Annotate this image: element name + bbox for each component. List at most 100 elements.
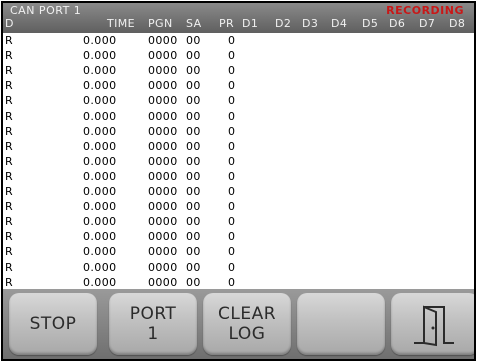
- row-pr: 0: [228, 139, 236, 153]
- log-row: R 0.000 0000 00 0: [3, 184, 474, 199]
- log-row: R 0.000 0000 00 0: [3, 260, 474, 275]
- row-pr: 0: [228, 169, 236, 183]
- clear-log-button[interactable]: CLEAR LOG: [203, 293, 291, 355]
- row-time: 0.000: [83, 34, 117, 47]
- row-time: 0.000: [83, 275, 117, 289]
- row-direction: R: [5, 109, 14, 123]
- row-pr: 0: [228, 200, 236, 214]
- column-header-d5: D5: [362, 17, 379, 30]
- row-sa: 00: [186, 109, 201, 123]
- row-pgn: 0000: [148, 139, 178, 153]
- row-sa: 00: [186, 154, 201, 168]
- log-row: R 0.000 0000 00 0: [3, 78, 474, 93]
- column-header-sa: SA: [186, 17, 202, 30]
- row-time: 0.000: [83, 94, 117, 108]
- row-direction: R: [5, 185, 14, 198]
- row-pgn: 0000: [148, 154, 178, 168]
- row-time: 0.000: [83, 185, 117, 198]
- row-time: 0.000: [83, 169, 117, 183]
- row-sa: 00: [186, 79, 201, 93]
- column-header-d3: D3: [302, 17, 319, 30]
- recording-status: RECORDING: [386, 4, 464, 17]
- row-sa: 00: [186, 49, 201, 63]
- row-time: 0.000: [83, 64, 117, 78]
- row-pr: 0: [228, 64, 236, 78]
- column-header-d4: D4: [331, 17, 348, 30]
- row-pr: 0: [228, 215, 236, 229]
- row-pr: 0: [228, 109, 236, 123]
- row-pr: 0: [228, 124, 236, 138]
- row-pgn: 0000: [148, 34, 178, 47]
- log-row: R 0.000 0000 00 0: [3, 63, 474, 78]
- row-direction: R: [5, 64, 14, 78]
- exit-door-icon: [414, 305, 454, 347]
- blank-button[interactable]: [297, 293, 385, 355]
- log-row: R 0.000 0000 00 0: [3, 48, 474, 63]
- clear-log-line2: LOG: [228, 324, 266, 344]
- row-pgn: 0000: [148, 109, 178, 123]
- row-direction: R: [5, 79, 14, 93]
- exit-button[interactable]: [391, 293, 474, 355]
- row-pr: 0: [228, 49, 236, 63]
- column-header-d8: D8: [449, 17, 466, 30]
- screen: CAN PORT 1 RECORDING D TIME PGN SA PR D1…: [0, 0, 478, 363]
- port-button-line2: 1: [147, 324, 159, 344]
- column-header-d2: D2: [275, 17, 292, 30]
- column-header-d7: D7: [419, 17, 436, 30]
- stop-button-label: STOP: [29, 314, 77, 334]
- header-bar: CAN PORT 1 RECORDING D TIME PGN SA PR D1…: [3, 3, 474, 33]
- row-direction: R: [5, 139, 14, 153]
- port-button-line1: PORT: [129, 304, 177, 324]
- column-header-pgn: PGN: [148, 17, 173, 30]
- row-time: 0.000: [83, 245, 117, 259]
- row-direction: R: [5, 169, 14, 183]
- row-time: 0.000: [83, 154, 117, 168]
- row-direction: R: [5, 34, 14, 47]
- row-direction: R: [5, 94, 14, 108]
- row-pgn: 0000: [148, 169, 178, 183]
- row-sa: 00: [186, 64, 201, 78]
- row-direction: R: [5, 200, 14, 214]
- row-direction: R: [5, 215, 14, 229]
- row-time: 0.000: [83, 124, 117, 138]
- log-row: R 0.000 0000 00 0: [3, 199, 474, 214]
- log-row: R 0.000 0000 00 0: [3, 93, 474, 108]
- log-row: R 0.000 0000 00 0: [3, 109, 474, 124]
- column-header-time: TIME: [107, 17, 136, 30]
- row-sa: 00: [186, 275, 201, 289]
- row-sa: 00: [186, 215, 201, 229]
- row-pgn: 0000: [148, 275, 178, 289]
- row-sa: 00: [186, 185, 201, 198]
- row-pgn: 0000: [148, 215, 178, 229]
- row-pr: 0: [228, 260, 236, 274]
- row-direction: R: [5, 275, 14, 289]
- column-header-pr: PR: [219, 17, 235, 30]
- port-title: CAN PORT 1: [10, 4, 82, 17]
- log-row: R 0.000 0000 00 0: [3, 229, 474, 244]
- row-sa: 00: [186, 169, 201, 183]
- row-pgn: 0000: [148, 64, 178, 78]
- row-pr: 0: [228, 34, 236, 47]
- row-pr: 0: [228, 275, 236, 289]
- row-sa: 00: [186, 200, 201, 214]
- stop-button[interactable]: STOP: [9, 293, 97, 355]
- row-pr: 0: [228, 154, 236, 168]
- row-sa: 00: [186, 245, 201, 259]
- row-time: 0.000: [83, 200, 117, 214]
- row-pr: 0: [228, 79, 236, 93]
- row-direction: R: [5, 245, 14, 259]
- row-pr: 0: [228, 230, 236, 244]
- column-header-d: D: [5, 17, 14, 30]
- row-time: 0.000: [83, 215, 117, 229]
- port-select-button[interactable]: PORT 1: [109, 293, 197, 355]
- button-bar: STOP PORT 1 CLEAR LOG: [3, 289, 474, 359]
- row-pgn: 0000: [148, 49, 178, 63]
- row-pr: 0: [228, 185, 236, 198]
- row-pgn: 0000: [148, 260, 178, 274]
- row-sa: 00: [186, 124, 201, 138]
- row-pgn: 0000: [148, 245, 178, 259]
- message-log: R 0.000 0000 00 0 R 0.000 0000 00 0 R 0.000 0000 00 0 R…: [3, 33, 474, 289]
- row-time: 0.000: [83, 109, 117, 123]
- column-header-d1: D1: [242, 17, 259, 30]
- row-direction: R: [5, 154, 14, 168]
